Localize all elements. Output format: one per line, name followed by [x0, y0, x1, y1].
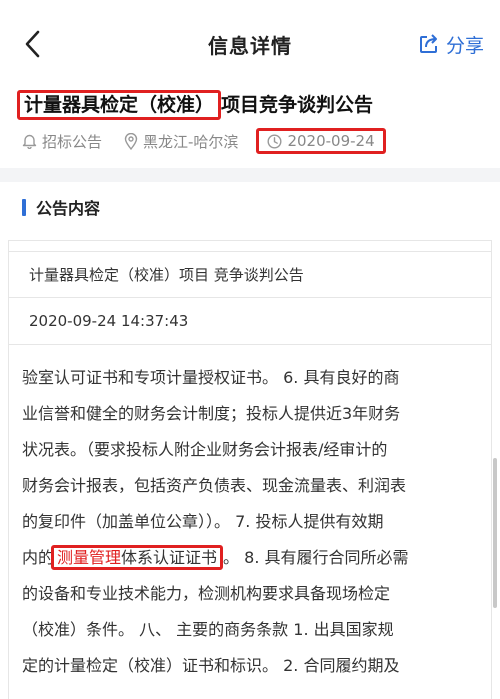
- share-icon: [419, 34, 437, 53]
- body-line: 的复印件（加盖单位公章））。 7. 投标人提供有效期: [22, 512, 384, 531]
- info-row-title: 计量器具检定（校准）项目 竞争谈判公告: [9, 251, 491, 298]
- body-line: 验室认可证书和专项计量授权证书。 6. 具有良好的商: [22, 368, 400, 387]
- announcement-headline: 计量器具检定（校准） 项目竞争谈判公告: [17, 90, 374, 120]
- headline-highlighted-part: 计量器具检定（校准）: [17, 90, 222, 120]
- scrollbar-thumb[interactable]: [493, 458, 497, 608]
- clock-icon: [267, 133, 282, 149]
- publish-timestamp: 2020-09-24 14:37:43: [29, 312, 189, 330]
- share-label: 分享: [445, 34, 484, 57]
- project-title: 计量器具检定（校准）项目 竞争谈判公告: [29, 266, 304, 284]
- body-line: 财务会计报表，包括资产负债表、现金流量表、利润表: [22, 476, 407, 495]
- location-pin-icon: [124, 132, 138, 150]
- body-text-segment: 体系认证证书: [121, 548, 218, 567]
- body-line: 状况表。（要求投标人附企业财务会计报表/经审计的: [22, 440, 388, 459]
- body-text-segment: 内的: [22, 548, 55, 567]
- section-divider: [0, 168, 500, 182]
- body-line: （校准）条件。 八、 主要的商务条款 1. 出具国家规: [22, 620, 394, 639]
- body-text-segment: 。 8. 具有履行合同所必需: [223, 548, 409, 567]
- body-line-highlighted: 内的 测量管理体系认证证书。 8. 具有履行合同所必需: [22, 540, 484, 576]
- top-nav-bar: 信息详情 分享: [0, 0, 500, 88]
- body-line: 的设备和专业技术能力，检测机构要求具备现场检定: [22, 584, 391, 603]
- headline-rest: 项目竞争谈判公告: [221, 94, 374, 116]
- section-title: 公告内容: [36, 199, 101, 218]
- meta-location-label: 黑龙江-哈尔滨: [143, 132, 239, 151]
- meta-category: 招标公告: [22, 131, 102, 152]
- share-button[interactable]: 分享: [418, 30, 484, 58]
- body-line: 定的计量检定（校准）证书和标识。 2. 合同履约期及: [22, 656, 400, 675]
- keyword-highlight: 测量管理: [57, 548, 122, 567]
- meta-category-label: 招标公告: [42, 132, 103, 151]
- meta-location: 黑龙江-哈尔滨: [124, 131, 238, 152]
- meta-date: 2020-09-24: [256, 128, 386, 154]
- meta-date-label: 2020-09-24: [287, 132, 375, 150]
- bell-icon: [22, 134, 37, 149]
- section-header: 公告内容: [22, 195, 100, 219]
- section-accent-bar: [22, 198, 26, 216]
- body-line: 业信誉和健全的财务会计制度；投标人提供近3年财务: [22, 404, 401, 423]
- info-row-timestamp: 2020-09-24 14:37:43: [9, 298, 491, 345]
- highlighted-certificate: 测量管理体系认证证书: [51, 545, 224, 570]
- announcement-meta: 招标公告 黑龙江-哈尔滨 2020-09-24: [22, 128, 408, 154]
- announcement-body: 验室认可证书和专项计量授权证书。 6. 具有良好的商 业信誉和健全的财务会计制度…: [22, 360, 484, 684]
